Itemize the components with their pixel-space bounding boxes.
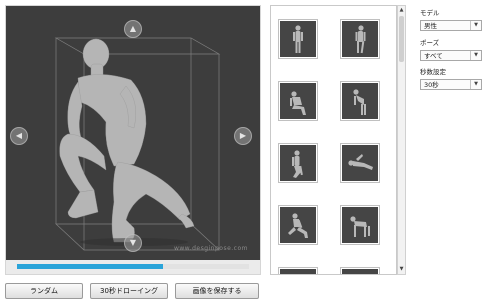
- mannequin-figure: [54, 37, 221, 251]
- pose-thumbnail[interactable]: [278, 143, 318, 183]
- seconds-select-value: 30秒: [424, 81, 439, 89]
- standing-pose-icon: [355, 25, 366, 54]
- scroll-up-arrow-icon[interactable]: ▲: [398, 6, 405, 15]
- save-image-button[interactable]: 画像を保存する: [175, 283, 259, 299]
- chevron-down-icon: ▼: [470, 51, 481, 60]
- bending-pose-icon: [353, 89, 366, 115]
- crouching-pose-icon: [290, 91, 306, 115]
- timer-progress-fill: [17, 264, 164, 269]
- pose-thumbnail[interactable]: [340, 81, 380, 121]
- pose-label: ポーズ: [420, 39, 440, 47]
- standing-pose-icon: [293, 25, 303, 53]
- pose-viewport[interactable]: ▲ ▼ ◀ ▶ www.desginpose.com: [5, 5, 261, 275]
- model-select[interactable]: 男性 ▼: [420, 20, 482, 31]
- pose-icon: [280, 269, 316, 275]
- pose-thumbnail[interactable]: [340, 19, 380, 59]
- rotate-down-button[interactable]: ▼: [124, 234, 142, 252]
- watermark: www.desginpose.com: [173, 245, 248, 252]
- lunging-pose-icon: [288, 213, 308, 238]
- rotate-left-button[interactable]: ◀: [10, 127, 28, 145]
- chevron-down-icon: ▼: [470, 21, 481, 30]
- scrollbar-thumb[interactable]: [399, 16, 404, 62]
- timer-progress-bar: [17, 264, 249, 269]
- kneeling-pose-icon: [292, 150, 303, 178]
- crawling-pose-icon: [350, 216, 370, 237]
- scroll-down-arrow-icon[interactable]: ▼: [398, 265, 405, 274]
- pose-thumbnail[interactable]: [278, 267, 318, 275]
- pose-icon: [342, 269, 378, 275]
- rotate-right-button[interactable]: ▶: [234, 127, 252, 145]
- random-button[interactable]: ランダム: [5, 283, 83, 299]
- chevron-down-icon: ▼: [470, 80, 481, 89]
- gallery-scrollbar[interactable]: ▲ ▼: [397, 5, 406, 275]
- pose-select-value: すべて: [424, 52, 443, 60]
- seconds-setting-label: 秒数設定: [420, 68, 446, 76]
- pose-thumbnail[interactable]: [340, 267, 380, 275]
- pose-thumbnail[interactable]: [278, 81, 318, 121]
- pose-thumbnail[interactable]: [340, 205, 380, 245]
- model-label: モデル: [420, 9, 440, 17]
- pose-select[interactable]: すべて ▼: [420, 50, 482, 61]
- pose-thumbnail-gallery[interactable]: [270, 5, 397, 275]
- model-select-value: 男性: [424, 22, 437, 30]
- thirty-second-drawing-button[interactable]: 30秒ドローイング: [90, 283, 168, 299]
- pose-thumbnail[interactable]: [278, 205, 318, 245]
- lying-pose-icon: [348, 154, 373, 170]
- rotate-up-button[interactable]: ▲: [124, 20, 142, 38]
- seconds-select[interactable]: 30秒 ▼: [420, 79, 482, 90]
- pose-thumbnail[interactable]: [278, 19, 318, 59]
- pose-stage[interactable]: ▲ ▼ ◀ ▶ www.desginpose.com: [6, 6, 260, 260]
- pose-thumbnail[interactable]: [340, 143, 380, 183]
